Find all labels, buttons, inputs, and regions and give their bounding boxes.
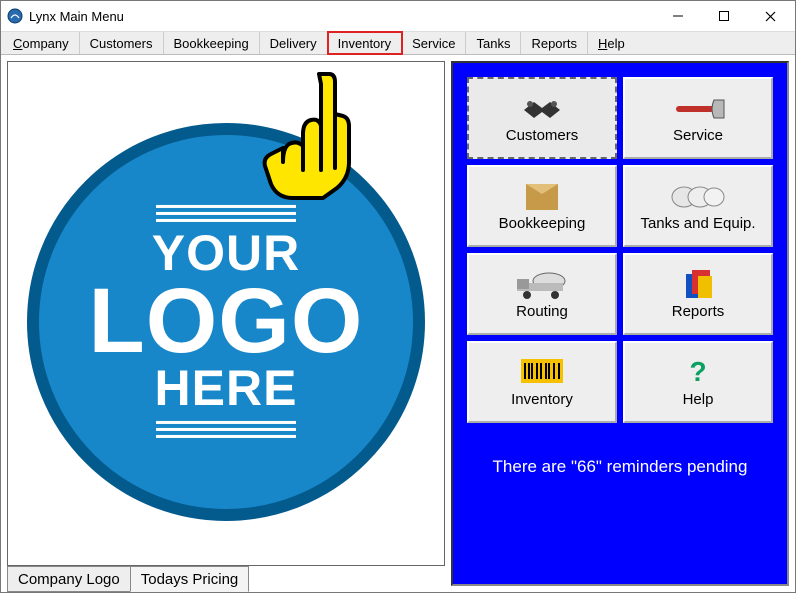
- close-button[interactable]: [747, 1, 793, 31]
- menu-inventory[interactable]: Inventory: [328, 32, 402, 54]
- menu-delivery[interactable]: Delivery: [260, 32, 328, 54]
- left-tabs: Company Logo Todays Pricing: [7, 566, 445, 592]
- menu-bar: Company Customers Bookkeeping Delivery I…: [1, 31, 795, 55]
- btn-help-label: Help: [629, 391, 767, 408]
- wrench-icon: [670, 93, 726, 125]
- reports-icon: [680, 269, 716, 301]
- right-pane: Customers Service Bookkeeping: [451, 55, 795, 592]
- btn-tanks[interactable]: Tanks and Equip.: [623, 165, 773, 247]
- svg-text:?: ?: [689, 357, 706, 387]
- btn-routing-label: Routing: [473, 303, 611, 320]
- barcode-icon: [519, 357, 565, 389]
- menu-help[interactable]: Help: [588, 32, 635, 54]
- btn-inventory[interactable]: Inventory: [467, 341, 617, 423]
- logo-frame: YOUR LOGO HERE: [7, 61, 445, 566]
- left-pane: YOUR LOGO HERE Company L: [1, 55, 451, 592]
- ledger-icon: [522, 181, 562, 213]
- title-bar: Lynx Main Menu: [1, 1, 795, 31]
- menu-customers[interactable]: Customers: [80, 32, 164, 54]
- btn-bookkeeping-label: Bookkeeping: [473, 215, 611, 232]
- tab-todays-pricing[interactable]: Todays Pricing: [130, 566, 250, 592]
- btn-reports[interactable]: Reports: [623, 253, 773, 335]
- btn-help[interactable]: ? Help: [623, 341, 773, 423]
- minimize-button[interactable]: [655, 1, 701, 31]
- btn-customers[interactable]: Customers: [467, 77, 617, 159]
- reminders-text: There are "66" reminders pending: [467, 457, 773, 477]
- menu-company[interactable]: Company: [3, 32, 80, 54]
- window-controls: [655, 1, 793, 31]
- btn-customers-label: Customers: [473, 127, 611, 144]
- window-title: Lynx Main Menu: [29, 9, 124, 24]
- menu-bookkeeping[interactable]: Bookkeeping: [164, 32, 260, 54]
- tab-company-logo[interactable]: Company Logo: [7, 566, 131, 592]
- btn-service-label: Service: [629, 127, 767, 144]
- menu-service[interactable]: Service: [402, 32, 466, 54]
- question-icon: ?: [686, 357, 710, 389]
- btn-inventory-label: Inventory: [473, 391, 611, 408]
- company-logo: YOUR LOGO HERE: [27, 122, 425, 520]
- btn-service[interactable]: Service: [623, 77, 773, 159]
- btn-bookkeeping[interactable]: Bookkeeping: [467, 165, 617, 247]
- maximize-button[interactable]: [701, 1, 747, 31]
- menu-reports[interactable]: Reports: [521, 32, 588, 54]
- btn-routing[interactable]: Routing: [467, 253, 617, 335]
- tanks-icon: [670, 181, 726, 213]
- logo-line3: HERE: [155, 365, 298, 413]
- handshake-icon: [520, 93, 564, 125]
- launcher-panel: Customers Service Bookkeeping: [451, 61, 789, 586]
- logo-line2: LOGO: [89, 278, 364, 365]
- app-icon: [7, 8, 23, 24]
- menu-tanks[interactable]: Tanks: [466, 32, 521, 54]
- btn-tanks-label: Tanks and Equip.: [629, 215, 767, 232]
- truck-icon: [513, 269, 571, 301]
- btn-reports-label: Reports: [629, 303, 767, 320]
